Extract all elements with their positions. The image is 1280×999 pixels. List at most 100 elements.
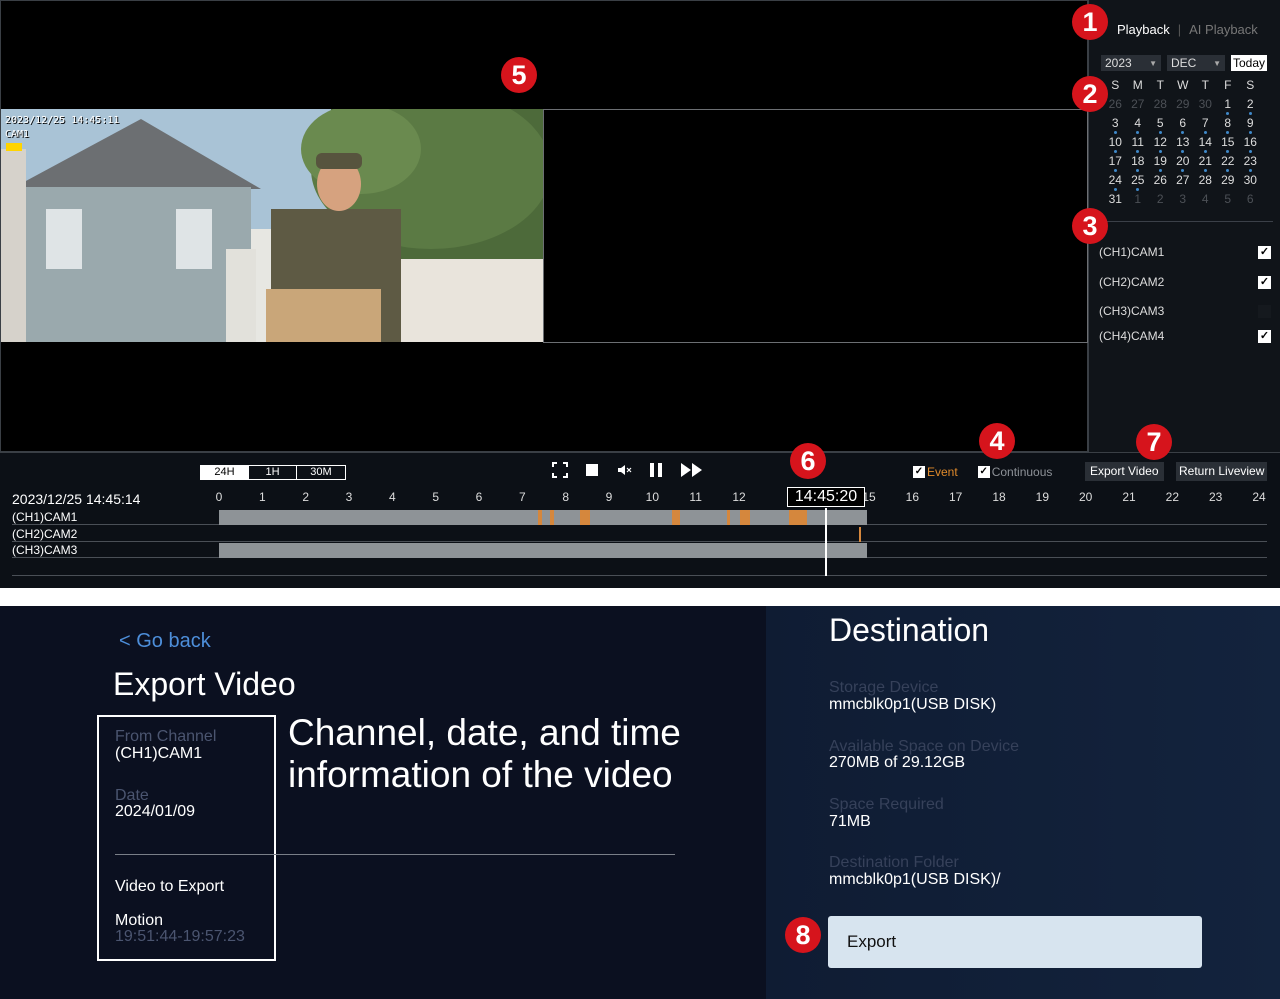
calendar-day[interactable]: 22 — [1217, 154, 1240, 173]
event-filter[interactable]: ✓ Event — [913, 465, 958, 479]
calendar-day[interactable]: 8 — [1217, 116, 1240, 135]
calendar-day[interactable]: 28 — [1194, 173, 1217, 192]
calendar-day[interactable]: 23 — [1239, 154, 1262, 173]
channel-checkbox-checked-icon[interactable]: ✓ — [1258, 245, 1271, 259]
go-back-link[interactable]: < Go back — [119, 630, 211, 653]
today-button[interactable]: Today — [1231, 55, 1268, 71]
channel-item-ch4[interactable]: (CH4)CAM4 ✓ — [1099, 327, 1271, 345]
continuous-filter[interactable]: ✓ Continuous — [977, 465, 1052, 479]
calendar-day[interactable]: 30 — [1194, 97, 1217, 116]
calendar-day[interactable]: 21 — [1194, 154, 1217, 173]
calendar-day[interactable]: 9 — [1239, 116, 1262, 135]
timeline-hour-label: 6 — [475, 490, 483, 504]
callout-badge-5: 5 — [501, 57, 537, 93]
calendar-day[interactable]: 24 — [1104, 173, 1127, 192]
channel-item-ch1[interactable]: (CH1)CAM1 ✓ — [1099, 243, 1271, 261]
callout-badge-3: 3 — [1072, 208, 1108, 244]
calendar-day[interactable]: 5 — [1217, 192, 1240, 211]
calendar-day[interactable]: 5 — [1149, 116, 1172, 135]
tab-ai-playback[interactable]: AI Playback — [1189, 22, 1258, 37]
calendar-day[interactable]: 13 — [1172, 135, 1195, 154]
calendar-day[interactable]: 29 — [1217, 173, 1240, 192]
event-segment — [727, 510, 730, 525]
calendar-day[interactable]: 2 — [1149, 192, 1172, 211]
channel-label: (CH2)CAM2 — [1099, 275, 1165, 289]
calendar-day[interactable]: 18 — [1127, 154, 1150, 173]
camera-image — [1, 109, 543, 342]
callout-description: Channel, date, and time information of t… — [288, 712, 681, 795]
calendar-day[interactable]: 17 — [1104, 154, 1127, 173]
tab-playback[interactable]: Playback — [1117, 22, 1170, 37]
calendar-day[interactable]: 15 — [1217, 135, 1240, 154]
osd-camera-name: CAM1 — [5, 129, 30, 140]
record-type-filters: ✓ Event ✓ Continuous — [913, 465, 1052, 479]
date-value: 2024/01/09 — [115, 803, 196, 820]
channel-checkbox-checked-icon[interactable]: ✓ — [1258, 275, 1271, 289]
calendar-day[interactable]: 6 — [1172, 116, 1195, 135]
video-area[interactable]: 2023/12/25 14:45:11 CAM1 — [0, 0, 1088, 452]
calendar-day[interactable]: 7 — [1194, 116, 1217, 135]
calendar-day[interactable]: 1 — [1217, 97, 1240, 116]
fast-forward-icon[interactable] — [680, 462, 704, 478]
timeline-hour-label: 18 — [992, 490, 1006, 504]
calendar-day[interactable]: 29 — [1172, 97, 1195, 116]
zoom-1h-button[interactable]: 1H — [249, 466, 297, 479]
calendar-day[interactable]: 4 — [1127, 116, 1150, 135]
calendar-day[interactable]: 25 — [1127, 173, 1150, 192]
calendar-day[interactable]: 26 — [1104, 97, 1127, 116]
storage-device-label: Storage Device — [829, 679, 939, 696]
fullscreen-icon[interactable] — [552, 462, 568, 478]
recording-segment — [219, 510, 867, 525]
calendar-day[interactable]: 19 — [1149, 154, 1172, 173]
event-segment — [859, 527, 861, 542]
timeline-track-ch2[interactable]: (CH2)CAM2 — [12, 526, 1267, 542]
pause-icon[interactable] — [648, 462, 664, 478]
month-select[interactable]: DEC ▼ — [1167, 55, 1225, 71]
camera-view-cam1[interactable]: 2023/12/25 14:45:11 CAM1 — [1, 109, 543, 342]
zoom-30m-button[interactable]: 30M — [297, 466, 345, 479]
channel-checkbox-unchecked-icon[interactable]: ✓ — [1258, 304, 1271, 318]
calendar-day[interactable]: 1 — [1127, 192, 1150, 211]
calendar-day[interactable]: 2 — [1239, 97, 1262, 116]
calendar-day[interactable]: 20 — [1172, 154, 1195, 173]
year-select[interactable]: 2023 ▼ — [1101, 55, 1161, 71]
channel-label: (CH3)CAM3 — [1099, 304, 1165, 318]
timeline-track-ch3[interactable]: (CH3)CAM3 — [12, 542, 1267, 558]
calendar-day[interactable]: 6 — [1239, 192, 1262, 211]
calendar-day[interactable]: 3 — [1104, 116, 1127, 135]
weekday-label: T — [1201, 78, 1209, 92]
timeline-playhead[interactable] — [825, 508, 827, 576]
calendar-day[interactable]: 27 — [1127, 97, 1150, 116]
calendar-day[interactable]: 14 — [1194, 135, 1217, 154]
calendar-day[interactable]: 31 — [1104, 192, 1127, 211]
calendar-week: 10 11 12 13 14 15 16 — [1104, 135, 1276, 154]
calendar-day[interactable]: 27 — [1172, 173, 1195, 192]
checkbox-checked-icon[interactable]: ✓ — [913, 466, 925, 478]
channel-item-ch2[interactable]: (CH2)CAM2 ✓ — [1099, 273, 1271, 291]
stop-icon[interactable] — [584, 462, 600, 478]
checkbox-checked-icon[interactable]: ✓ — [977, 466, 990, 478]
export-button[interactable]: Export — [828, 916, 1202, 968]
timeline-hour-label: 7 — [518, 490, 526, 504]
calendar-day[interactable]: 3 — [1172, 192, 1195, 211]
calendar-day[interactable]: 16 — [1239, 135, 1262, 154]
export-video-button[interactable]: Export Video — [1085, 462, 1164, 481]
calendar-day[interactable]: 10 — [1104, 135, 1127, 154]
zoom-24h-button[interactable]: 24H — [201, 466, 249, 479]
channel-label: (CH4)CAM4 — [1099, 329, 1165, 343]
channel-checkbox-checked-icon[interactable]: ✓ — [1258, 329, 1271, 343]
channel-item-ch3[interactable]: (CH3)CAM3 ✓ — [1099, 302, 1271, 320]
calendar-day[interactable]: 28 — [1149, 97, 1172, 116]
return-liveview-button[interactable]: Return Liveview — [1176, 462, 1268, 481]
camera-view-empty[interactable] — [543, 109, 1088, 343]
calendar-day[interactable]: 12 — [1149, 135, 1172, 154]
calendar-day[interactable]: 30 — [1239, 173, 1262, 192]
space-required-value: 71MB — [829, 813, 871, 830]
mute-icon[interactable] — [616, 462, 632, 478]
timeline-track-ch1[interactable]: (CH1)CAM1 — [12, 509, 1267, 525]
weekday-label: F — [1224, 78, 1232, 92]
calendar-day[interactable]: 26 — [1149, 173, 1172, 192]
weekday-label: S — [1246, 78, 1255, 92]
calendar-day[interactable]: 11 — [1127, 135, 1150, 154]
calendar-day[interactable]: 4 — [1194, 192, 1217, 211]
